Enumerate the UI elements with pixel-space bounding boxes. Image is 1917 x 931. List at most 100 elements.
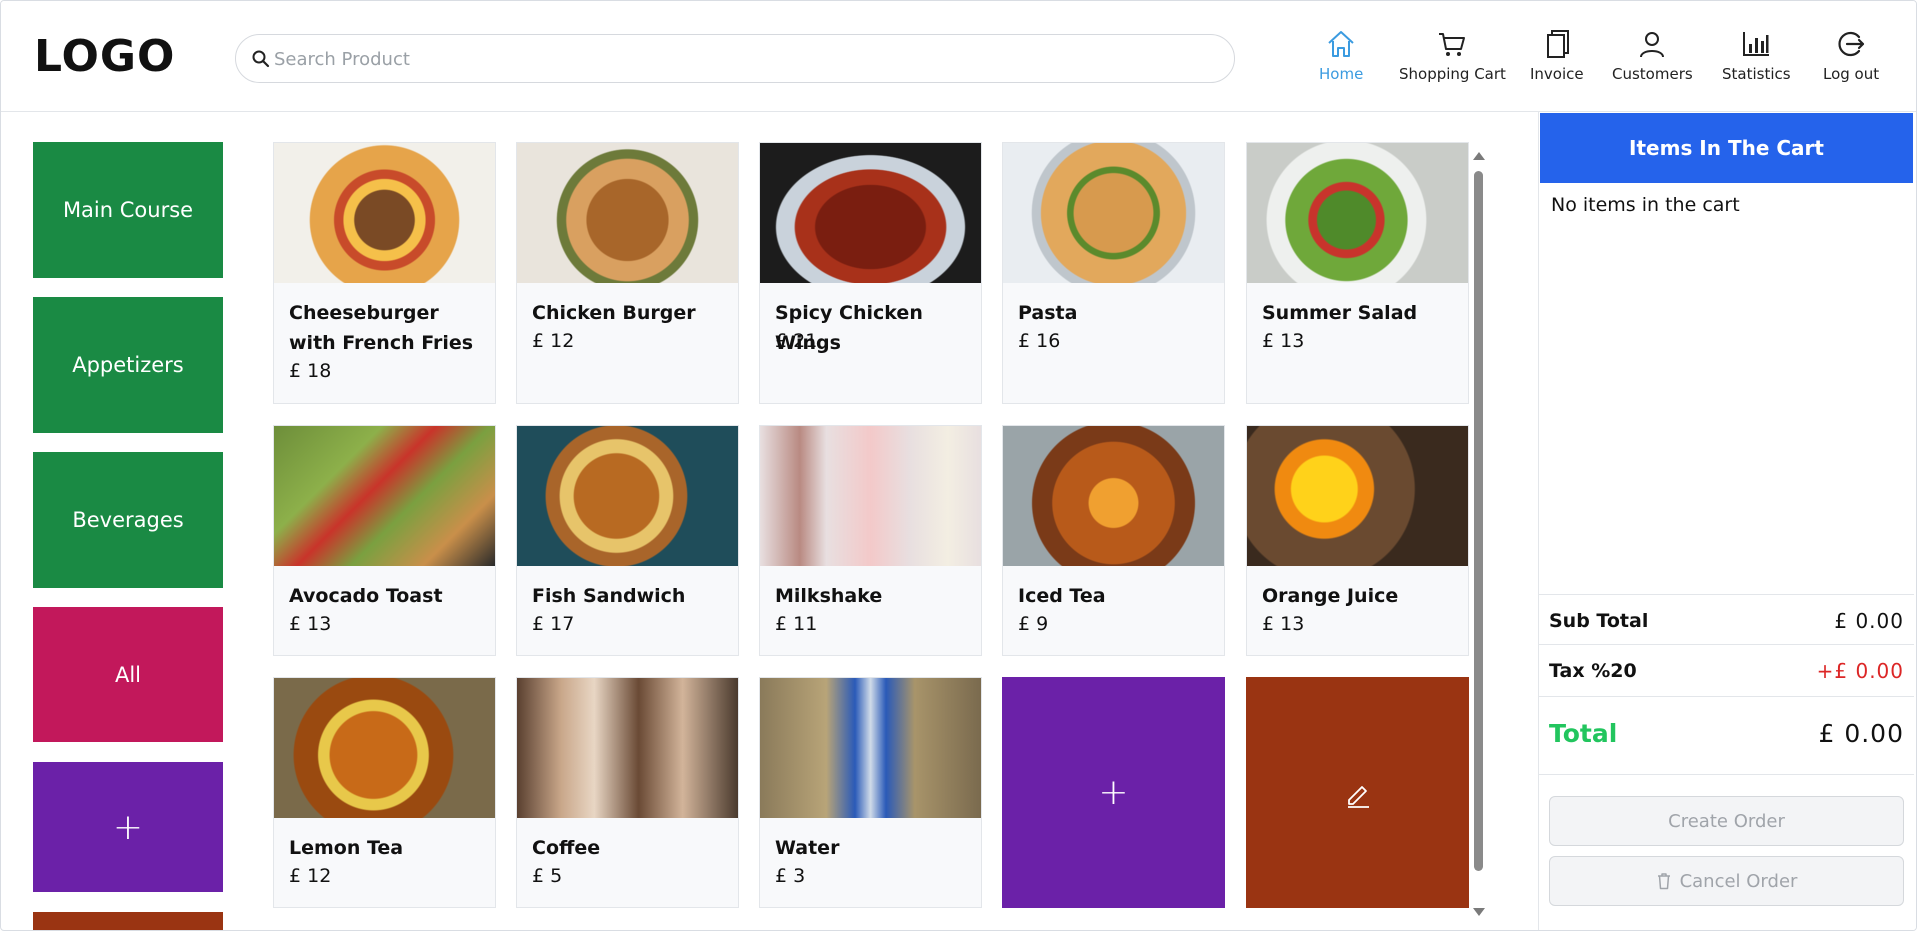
cart-title: Items In The Cart xyxy=(1540,113,1913,183)
product-card[interactable]: Lemon Tea £ 12 xyxy=(273,677,496,908)
nav-customers[interactable]: Customers xyxy=(1612,27,1693,87)
product-name: Coffee xyxy=(532,837,601,859)
product-card[interactable]: Cheeseburger with French Fries £ 18 xyxy=(273,142,496,404)
product-name: Avocado Toast xyxy=(289,585,443,607)
product-grid-scrollbar[interactable] xyxy=(1474,171,1483,871)
subtotal-label: Sub Total xyxy=(1549,610,1649,632)
nav-shopping-cart-label: Shopping Cart xyxy=(1399,65,1506,83)
divider xyxy=(1539,644,1914,645)
product-price: £ 18 xyxy=(289,360,332,382)
pencil-icon xyxy=(1347,785,1369,808)
product-image xyxy=(1003,143,1224,283)
category-main-course[interactable]: Main Course xyxy=(33,142,223,278)
trash-icon xyxy=(1657,873,1670,890)
nav-logout[interactable]: Log out xyxy=(1823,27,1879,87)
top-header: LOGO Home Shopping Cart Invoice xyxy=(1,1,1916,112)
scroll-up-arrow-icon[interactable] xyxy=(1473,152,1485,160)
category-appetizers[interactable]: Appetizers xyxy=(33,297,223,433)
product-card[interactable]: Water £ 3 xyxy=(759,677,982,908)
product-image xyxy=(760,678,981,818)
product-name: Summer Salad xyxy=(1262,302,1418,324)
product-card[interactable]: Orange Juice £ 13 xyxy=(1246,425,1469,656)
product-name: Orange Juice xyxy=(1262,585,1399,607)
product-name: Pasta xyxy=(1018,302,1078,324)
cart-empty-message: No items in the cart xyxy=(1551,194,1740,216)
product-price: £ 16 xyxy=(1018,330,1061,352)
create-order-button[interactable]: Create Order xyxy=(1549,796,1904,846)
product-price: £ 3 xyxy=(775,865,806,887)
product-price: £ 12 xyxy=(289,865,332,887)
nav-customers-label: Customers xyxy=(1612,65,1693,83)
product-image xyxy=(517,426,738,566)
product-price: £ 9 xyxy=(1018,613,1049,635)
create-order-label: Create Order xyxy=(1668,810,1785,832)
product-card[interactable]: Pasta £ 16 xyxy=(1002,142,1225,404)
search-input[interactable] xyxy=(274,43,1214,75)
logo: LOGO xyxy=(34,31,176,82)
product-card[interactable]: Iced Tea £ 9 xyxy=(1002,425,1225,656)
product-name: Cheeseburger with French Fries xyxy=(289,302,474,354)
total-row: Total £ 0.00 xyxy=(1549,719,1904,748)
product-image xyxy=(274,426,495,566)
nav-statistics[interactable]: Statistics xyxy=(1722,27,1791,87)
product-name: Chicken Burger xyxy=(532,302,696,324)
product-image xyxy=(274,678,495,818)
product-price: £ 17 xyxy=(532,613,575,635)
product-card[interactable]: Summer Salad £ 13 xyxy=(1246,142,1469,404)
product-price: £ 11 xyxy=(775,613,818,635)
search-bar[interactable] xyxy=(235,34,1235,83)
product-image xyxy=(1247,143,1468,283)
product-price: £ 5 xyxy=(532,865,563,887)
user-icon xyxy=(1635,27,1669,61)
logout-icon xyxy=(1834,27,1868,61)
nav-invoice[interactable]: Invoice xyxy=(1530,27,1584,87)
edit-products-button[interactable] xyxy=(1246,677,1469,908)
product-name: Fish Sandwich xyxy=(532,585,686,607)
edit-category-button[interactable] xyxy=(33,912,223,930)
product-name: Lemon Tea xyxy=(289,837,404,859)
product-image xyxy=(760,426,981,566)
category-beverages[interactable]: Beverages xyxy=(33,452,223,588)
nav-home-label: Home xyxy=(1319,65,1364,83)
add-category-button[interactable]: + xyxy=(33,762,223,892)
scroll-down-arrow-icon[interactable] xyxy=(1473,908,1485,916)
product-price: £ 13 xyxy=(289,613,332,635)
nav-home[interactable]: Home xyxy=(1319,27,1363,87)
tax-value: +£ 0.00 xyxy=(1816,659,1904,683)
bar-chart-icon xyxy=(1739,27,1773,61)
divider xyxy=(1539,594,1914,595)
cancel-order-label: Cancel Order xyxy=(1679,870,1798,892)
product-name: Milkshake xyxy=(775,585,883,607)
product-card[interactable]: Milkshake £ 11 xyxy=(759,425,982,656)
subtotal-value: £ 0.00 xyxy=(1834,609,1904,633)
product-name: Water xyxy=(775,837,840,859)
product-card[interactable]: Fish Sandwich £ 17 xyxy=(516,425,739,656)
product-card[interactable]: Avocado Toast £ 13 xyxy=(273,425,496,656)
product-card[interactable]: Spicy Chicken Wings £ 21 xyxy=(759,142,982,404)
product-image xyxy=(760,143,981,283)
add-product-button[interactable]: + xyxy=(1002,677,1225,908)
nav-shopping-cart[interactable]: Shopping Cart xyxy=(1399,27,1506,87)
product-image xyxy=(1003,426,1224,566)
product-price: £ 13 xyxy=(1262,613,1305,635)
product-image xyxy=(274,143,495,283)
nav-invoice-label: Invoice xyxy=(1530,65,1584,83)
product-card[interactable]: Chicken Burger £ 12 xyxy=(516,142,739,404)
category-all[interactable]: All xyxy=(33,607,223,742)
tax-label: Tax %20 xyxy=(1549,660,1637,682)
product-price: £ 13 xyxy=(1262,330,1305,352)
product-card[interactable]: Coffee £ 5 xyxy=(516,677,739,908)
pos-app-window: LOGO Home Shopping Cart Invoice xyxy=(0,0,1917,931)
nav-statistics-label: Statistics xyxy=(1722,65,1791,83)
product-image xyxy=(517,143,738,283)
home-icon xyxy=(1324,27,1358,61)
search-icon xyxy=(252,50,270,68)
product-price: £ 21 xyxy=(775,330,818,352)
divider xyxy=(1539,696,1914,697)
product-name: Iced Tea xyxy=(1018,585,1106,607)
product-price: £ 12 xyxy=(532,330,575,352)
cancel-order-button[interactable]: Cancel Order xyxy=(1549,856,1904,906)
cart-icon xyxy=(1435,27,1469,61)
total-label: Total xyxy=(1549,719,1618,748)
divider xyxy=(1539,774,1914,775)
